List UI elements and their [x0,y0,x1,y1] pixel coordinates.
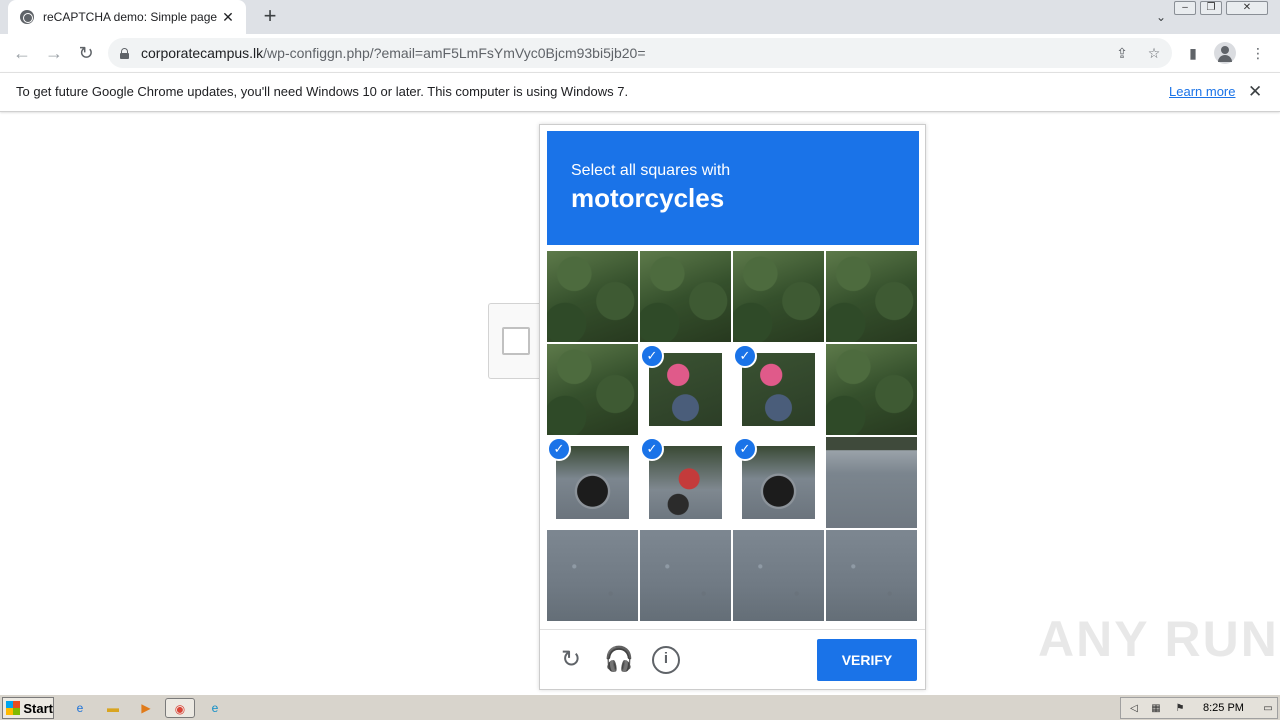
start-label: Start [23,700,53,716]
selected-checkmark-icon: ✓ [547,437,571,461]
update-infobar: To get future Google Chrome updates, you… [0,72,1280,112]
tile-image [826,437,917,528]
recaptcha-anchor [488,303,540,379]
share-icon[interactable]: ⇪ [1112,43,1132,63]
side-panel-icon[interactable]: ▮ [1182,42,1204,64]
tile-image [547,344,638,435]
tile-image [826,251,917,342]
url-path: /wp-configgn.php/?email=amF5LmFsYmVyc0Bj… [263,45,646,61]
challenge-instruction: Select all squares with [571,162,731,179]
start-button[interactable]: Start [2,697,54,719]
challenge-tile[interactable] [640,530,731,621]
new-tab-button[interactable]: + [258,5,282,29]
profile-avatar-icon[interactable] [1214,42,1236,64]
flag-icon[interactable]: ⚑ [1173,702,1187,715]
restore-button[interactable]: ❐ [1200,1,1222,15]
challenge-tile[interactable] [733,251,824,342]
challenge-tile[interactable] [547,530,638,621]
show-desktop-icon[interactable]: ▭ [1261,702,1275,715]
file-explorer-icon[interactable]: ▬ [102,698,124,718]
infobar-message: To get future Google Chrome updates, you… [16,84,629,99]
minimize-button[interactable]: – [1174,1,1196,15]
tile-image [733,530,824,621]
challenge-image-grid: ✓ ✓ ✓ ✓ ✓ [547,251,919,623]
system-tray: ◁ ▦ ⚑ 8:25 PM ▭ [1120,697,1278,719]
url-host: corporatecampus.lk [141,45,264,61]
challenge-tile[interactable]: ✓ [640,344,731,435]
bookmark-star-icon[interactable]: ☆ [1144,43,1164,63]
address-bar[interactable]: corporatecampus.lk/wp-configgn.php/?emai… [108,38,1172,68]
verify-button[interactable]: VERIFY [817,639,917,681]
lock-icon [120,47,129,59]
chrome-taskbar-icon[interactable]: ◉ [165,698,195,718]
volume-icon[interactable]: ◁ [1127,702,1141,715]
challenge-tile[interactable] [826,251,917,342]
headphones-icon[interactable]: 🎧 [604,646,634,674]
tab-strip: reCAPTCHA demo: Simple page ✕ + ⌄ – ❐ ✕ [0,0,1280,34]
selected-checkmark-icon: ✓ [733,344,757,368]
reload-challenge-icon[interactable]: ↻ [557,646,585,674]
tile-image [547,251,638,342]
recaptcha-challenge: Select all squares with motorcycles ✓ ✓ ✓ ✓… [539,124,926,690]
tile-image [733,251,824,342]
challenge-tile[interactable] [826,437,917,528]
media-player-icon[interactable]: ▶ [135,698,157,718]
challenge-tile[interactable] [733,530,824,621]
tab-search-chevron-icon[interactable]: ⌄ [1150,6,1172,28]
reload-icon[interactable]: ↻ [74,41,98,65]
close-window-button[interactable]: ✕ [1226,1,1268,15]
challenge-tile[interactable] [547,251,638,342]
challenge-tile[interactable] [826,530,917,621]
tab-title: reCAPTCHA demo: Simple page [43,10,218,24]
network-icon[interactable]: ▦ [1149,702,1163,715]
selected-checkmark-icon: ✓ [640,344,664,368]
selected-checkmark-icon: ✓ [640,437,664,461]
window-controls: – ❐ ✕ [1170,1,1268,15]
taskbar-clock: 8:25 PM [1203,702,1244,714]
browser-toolbar: ← → ↻ corporatecampus.lk/wp-configgn.php… [0,34,1280,72]
challenge-tile[interactable]: ✓ [733,344,824,435]
infobar-close-icon[interactable]: ✕ [1248,82,1262,102]
tile-image [640,530,731,621]
challenge-tile[interactable]: ✓ [640,437,731,528]
tab-close-icon[interactable]: ✕ [220,9,236,26]
windows-taskbar: Start e ▬ ▶ ◉ e ◁ ▦ ⚑ 8:25 PM ▭ [0,694,1280,720]
challenge-tile[interactable]: ✓ [547,437,638,528]
globe-icon [20,10,34,24]
challenge-footer: ↻ 🎧 i VERIFY [540,629,925,689]
challenge-tile[interactable]: ✓ [733,437,824,528]
forward-arrow-icon[interactable]: → [42,41,66,65]
edge-icon[interactable]: e [204,698,226,718]
tile-image [547,530,638,621]
tile-image [826,530,917,621]
tile-image [640,251,731,342]
challenge-tile[interactable] [547,344,638,435]
recaptcha-checkbox[interactable] [502,327,530,355]
challenge-tile[interactable] [640,251,731,342]
challenge-object: motorcycles [571,183,725,213]
challenge-header: Select all squares with motorcycles [547,131,919,245]
selected-checkmark-icon: ✓ [733,437,757,461]
menu-kebab-icon[interactable]: ⋮ [1247,42,1269,64]
anyrun-watermark: ANY RUN [1038,611,1279,667]
internet-explorer-icon[interactable]: e [69,698,91,718]
tile-image [826,344,917,435]
info-icon[interactable]: i [652,646,680,674]
back-arrow-icon[interactable]: ← [10,41,34,65]
browser-tab[interactable]: reCAPTCHA demo: Simple page ✕ [8,0,246,34]
challenge-tile[interactable] [826,344,917,435]
learn-more-link[interactable]: Learn more [1169,84,1235,99]
windows-logo-icon [6,701,21,715]
